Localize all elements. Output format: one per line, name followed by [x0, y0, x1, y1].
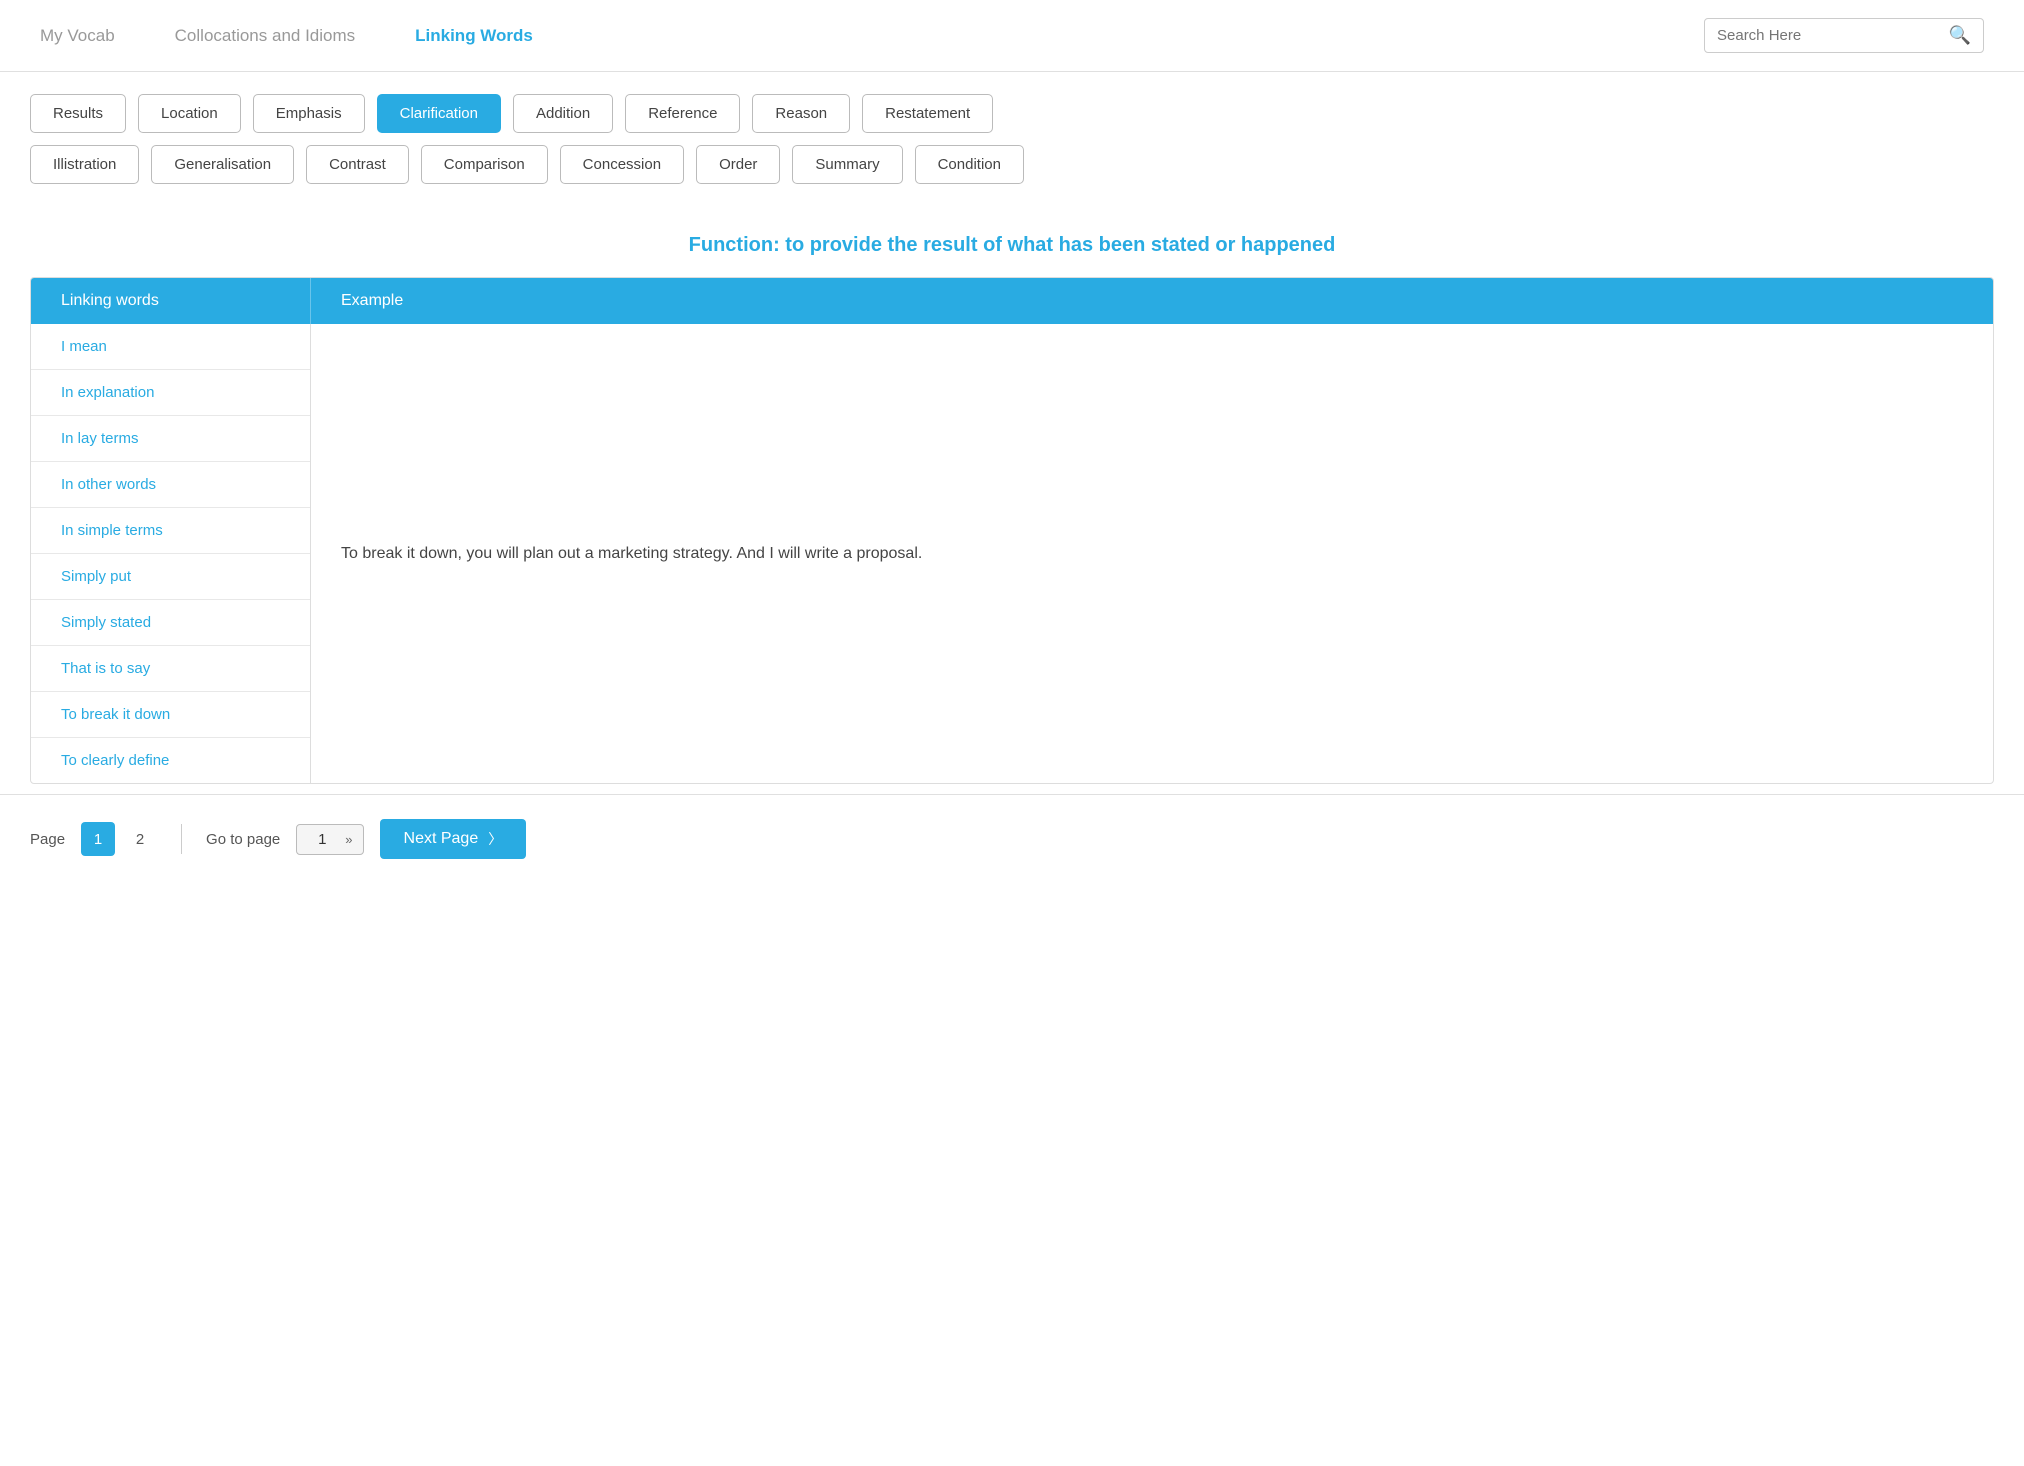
next-page-label: Next Page: [404, 830, 479, 848]
go-to-input[interactable]: [307, 831, 337, 848]
word-to-break-it-down[interactable]: To break it down: [31, 692, 310, 738]
cat-comparison[interactable]: Comparison: [421, 145, 548, 184]
cat-addition[interactable]: Addition: [513, 94, 613, 133]
search-input[interactable]: [1717, 27, 1949, 44]
cat-reference[interactable]: Reference: [625, 94, 740, 133]
example-column: To break it down, you will plan out a ma…: [311, 324, 1993, 783]
page-1-button[interactable]: 1: [81, 822, 115, 856]
go-to-input-container: »: [296, 824, 363, 855]
search-container: 🔍: [1704, 18, 1984, 53]
nav-links: My Vocab Collocations and Idioms Linking…: [40, 26, 1704, 46]
cat-contrast[interactable]: Contrast: [306, 145, 409, 184]
page-label: Page: [30, 831, 65, 848]
nav-linking-words[interactable]: Linking Words: [415, 26, 533, 46]
cat-clarification[interactable]: Clarification: [377, 94, 501, 133]
search-icon[interactable]: 🔍: [1949, 25, 1971, 46]
go-to-arrows-icon[interactable]: »: [345, 832, 352, 847]
cat-summary[interactable]: Summary: [792, 145, 902, 184]
example-text: To break it down, you will plan out a ma…: [341, 541, 922, 567]
word-in-lay-terms[interactable]: In lay terms: [31, 416, 310, 462]
word-simply-put[interactable]: Simply put: [31, 554, 310, 600]
cat-order[interactable]: Order: [696, 145, 780, 184]
table-header: Linking words Example: [31, 278, 1993, 324]
page-numbers: 1 2: [81, 822, 157, 856]
word-simply-stated[interactable]: Simply stated: [31, 600, 310, 646]
top-nav: My Vocab Collocations and Idioms Linking…: [0, 0, 2024, 72]
categories: Results Location Emphasis Clarification …: [0, 72, 2024, 206]
table-col-example-header: Example: [311, 278, 1993, 324]
next-page-button[interactable]: Next Page 〉: [380, 819, 527, 859]
cat-restatement[interactable]: Restatement: [862, 94, 993, 133]
word-in-other-words[interactable]: In other words: [31, 462, 310, 508]
cat-illustration[interactable]: Illistration: [30, 145, 139, 184]
function-heading: Function: to provide the result of what …: [0, 234, 2024, 257]
cat-location[interactable]: Location: [138, 94, 241, 133]
table-container: Linking words Example I mean In explanat…: [30, 277, 1994, 784]
cat-generalisation[interactable]: Generalisation: [151, 145, 294, 184]
word-that-is-to-say[interactable]: That is to say: [31, 646, 310, 692]
category-row-1: Results Location Emphasis Clarification …: [30, 94, 1994, 133]
next-chevron-icon: 〉: [488, 829, 502, 849]
word-i-mean[interactable]: I mean: [31, 324, 310, 370]
category-row-2: Illistration Generalisation Contrast Com…: [30, 145, 1994, 184]
nav-collocations[interactable]: Collocations and Idioms: [175, 26, 355, 46]
word-in-simple-terms[interactable]: In simple terms: [31, 508, 310, 554]
table-col-words-header: Linking words: [31, 278, 311, 324]
word-in-explanation[interactable]: In explanation: [31, 370, 310, 416]
table-body: I mean In explanation In lay terms In ot…: [31, 324, 1993, 783]
cat-condition[interactable]: Condition: [915, 145, 1024, 184]
word-to-clearly-define[interactable]: To clearly define: [31, 738, 310, 783]
nav-my-vocab[interactable]: My Vocab: [40, 26, 115, 46]
pagination: Page 1 2 Go to page » Next Page 〉: [0, 794, 2024, 883]
cat-concession[interactable]: Concession: [560, 145, 684, 184]
pagination-divider: [181, 824, 182, 854]
cat-reason[interactable]: Reason: [752, 94, 850, 133]
page-2-button[interactable]: 2: [123, 822, 157, 856]
go-to-label: Go to page: [206, 831, 280, 848]
cat-emphasis[interactable]: Emphasis: [253, 94, 365, 133]
words-column: I mean In explanation In lay terms In ot…: [31, 324, 311, 783]
cat-results[interactable]: Results: [30, 94, 126, 133]
